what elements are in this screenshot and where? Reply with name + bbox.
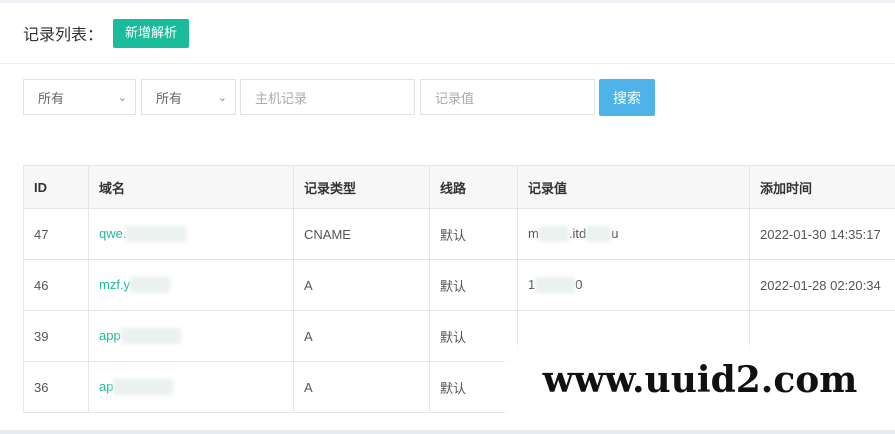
cell-line: 默认 xyxy=(429,259,518,311)
column-header-domain: 域名 xyxy=(88,165,294,209)
cell-type: CNAME xyxy=(293,208,430,260)
top-border xyxy=(0,0,895,3)
page-header: 记录列表： 新增解析 xyxy=(23,18,190,48)
redaction-mask xyxy=(586,226,612,243)
watermark: www.uuid2.com xyxy=(505,345,895,415)
cell-time: 2022-01-28 02:20:34 xyxy=(749,259,895,311)
cell-value: 10 xyxy=(517,259,750,311)
column-header-type: 记录类型 xyxy=(293,165,430,209)
redaction-mask xyxy=(126,226,187,243)
column-header-value: 记录值 xyxy=(517,165,750,209)
cell-type: A xyxy=(293,259,430,311)
type-select[interactable]: 所有 ⌄ xyxy=(141,79,236,115)
column-header-line: 线路 xyxy=(429,165,518,209)
redaction-mask xyxy=(130,277,171,294)
column-header-id: ID xyxy=(23,165,89,209)
cell-type: A xyxy=(293,361,430,413)
cell-domain: app xyxy=(88,310,294,362)
domain-link[interactable]: mzf.y xyxy=(99,277,130,292)
domain-select-value: 所有 xyxy=(38,90,65,106)
cell-value: m .itd u xyxy=(517,208,750,260)
redaction-mask xyxy=(538,226,569,243)
table-header-row: ID 域名 记录类型 线路 记录值 添加时间 xyxy=(23,165,895,209)
column-header-time: 添加时间 xyxy=(749,165,895,209)
cell-id: 36 xyxy=(23,361,89,413)
cell-id: 47 xyxy=(23,208,89,260)
cell-id: 46 xyxy=(23,259,89,311)
cell-domain: mzf.y xyxy=(88,259,294,311)
cell-line: 默认 xyxy=(429,208,518,260)
record-value-input[interactable]: 记录值 xyxy=(420,79,595,115)
host-record-input[interactable]: 主机记录 xyxy=(240,79,415,115)
cell-time: 2022-01-30 14:35:17 xyxy=(749,208,895,260)
search-button[interactable]: 搜索 xyxy=(599,79,655,116)
add-record-button[interactable]: 新增解析 xyxy=(113,18,190,48)
table-row: 47 qwe. CNAME 默认 m .itd u 2022-01-30 14:35… xyxy=(23,208,895,260)
domain-link[interactable]: ap xyxy=(99,379,113,394)
cell-domain: qwe. xyxy=(88,208,294,260)
domain-link[interactable]: app xyxy=(99,328,121,343)
page-title: 记录列表： xyxy=(23,27,104,44)
table-row: 46 mzf.y A 默认 10 2022-01-28 02:20:34 xyxy=(23,259,895,311)
cell-type: A xyxy=(293,310,430,362)
chevron-down-icon: ⌄ xyxy=(117,91,127,104)
header-divider xyxy=(0,63,895,64)
redaction-mask xyxy=(535,277,576,294)
type-select-value: 所有 xyxy=(156,90,183,106)
chevron-down-icon: ⌄ xyxy=(217,91,227,104)
bottom-border xyxy=(0,430,895,434)
redaction-mask xyxy=(113,379,174,396)
domain-select[interactable]: 所有 ⌄ xyxy=(23,79,136,115)
cell-domain: ap xyxy=(88,361,294,413)
redaction-mask xyxy=(120,328,181,345)
cell-id: 39 xyxy=(23,310,89,362)
domain-link[interactable]: qwe. xyxy=(99,226,126,241)
